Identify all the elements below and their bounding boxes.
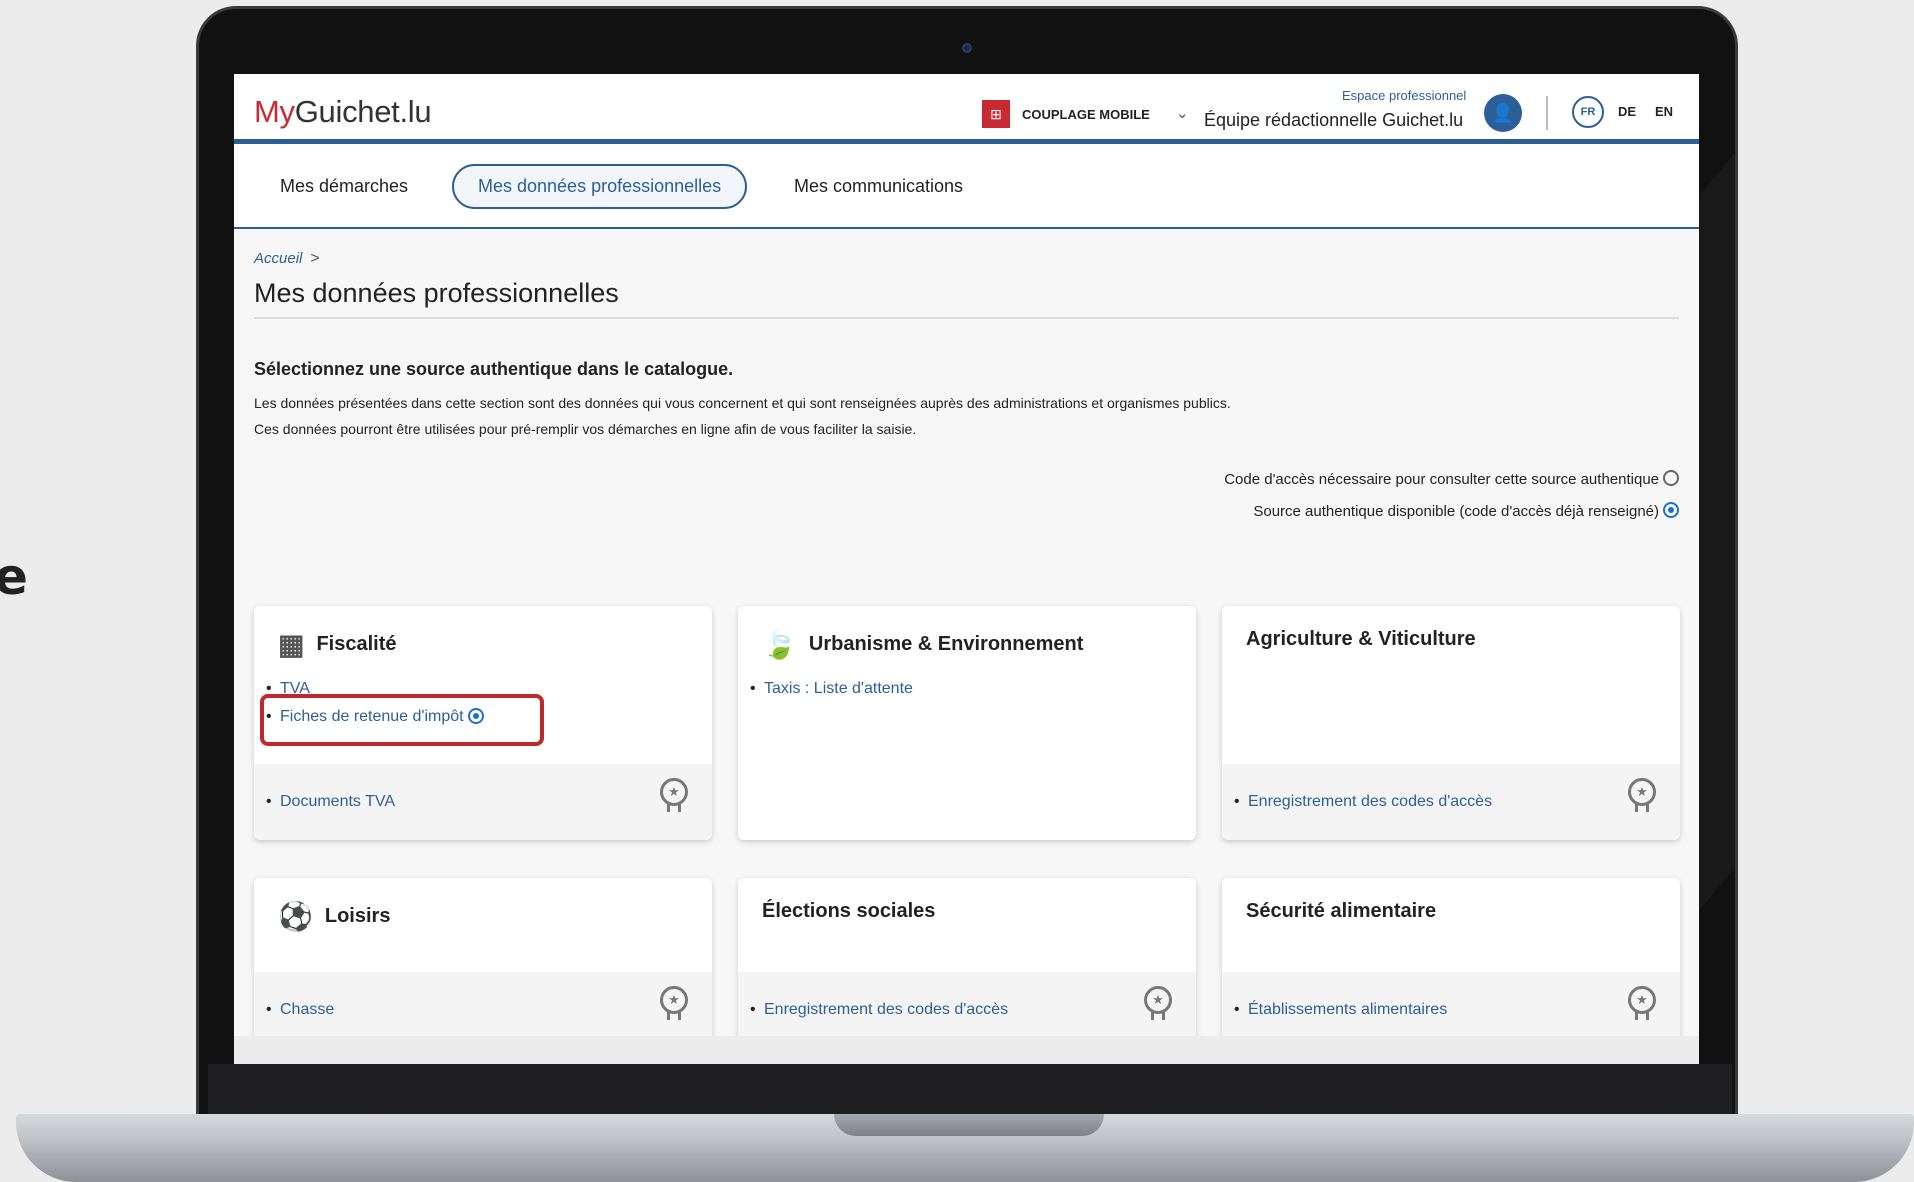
card-footer: Documents TVA ★ [254,764,712,840]
lang-de[interactable]: DE [1618,104,1636,119]
logo-my: My [254,94,295,129]
laptop-notch [834,1114,1104,1136]
footer-strip [234,1036,1699,1064]
legend-item-available: Source authentique disponible (code d'ac… [254,496,1679,528]
card-header: Élections sociales [738,878,1196,923]
leaf-icon: 🍃 [762,629,797,660]
tab-mes-donnees-professionnelles[interactable]: Mes données professionnelles [452,164,748,209]
card-footer-links: Établissements alimentaires [1222,996,1680,1024]
legend-item-access-code: Code d'accès nécessaire pour consulter c… [254,464,1679,496]
webcam-icon [962,43,972,53]
card-header: ▦ Fiscalité [254,606,712,661]
link-etablissements-alimentaires[interactable]: Établissements alimentaires [1222,996,1680,1024]
lang-fr[interactable]: FR [1572,96,1604,128]
card-fiscalite: ▦Fiscalité TVA Fiches de retenue d'impôt… [254,606,712,840]
link-enregistrement-codes[interactable]: Enregistrement des codes d'accès [738,996,1196,1024]
browser-screen: MyGuichet.lu ⊞ COUPLAGE MOBILE Espace pr… [234,74,1699,1064]
card-header: Sécurité alimentaire [1222,878,1680,923]
card-footer-links: Enregistrement des codes d'accès [1222,788,1680,816]
access-code-badge-icon: ★ [1628,986,1658,1022]
access-code-badge-icon: ★ [1628,778,1658,814]
user-name[interactable]: Équipe rédactionnelle Guichet.lu [1204,110,1463,131]
access-code-badge-icon: ★ [660,778,690,814]
space-label: Espace professionnel [1342,88,1467,103]
cropped-edge-glyph: e [0,548,28,606]
legend-label: Source authentique disponible (code d'ac… [1253,503,1659,520]
card-footer-links: Documents TVA [254,788,712,816]
card-elections-sociales: Élections sociales Enregistrement des co… [738,878,1196,1048]
card-title: Agriculture & Viticulture [1246,628,1476,650]
user-avatar-icon[interactable]: 👤 [1484,94,1522,132]
card-title: Sécurité alimentaire [1246,900,1437,922]
site-logo[interactable]: MyGuichet.lu [254,94,432,130]
badge-icon [1663,470,1679,486]
card-footer: Enregistrement des codes d'accès ★ [1222,764,1680,840]
main-nav: Mes démarches Mes données professionnell… [234,144,1699,229]
tab-mes-demarches[interactable]: Mes démarches [256,164,432,209]
card-loisirs: ⚽ Loisirs Chasse ★ [254,878,712,1048]
lang-en[interactable]: EN [1655,104,1673,119]
breadcrumb-home[interactable]: Accueil [254,250,302,267]
breadcrumb-separator: > [310,250,320,267]
card-agriculture: Agriculture & Viticulture Enregistrement… [1222,606,1680,840]
link-enregistrement-codes[interactable]: Enregistrement des codes d'accès [1222,788,1680,816]
card-title: Loisirs [324,905,391,927]
legend: Code d'accès nécessaire pour consulter c… [254,464,1679,528]
card-links: Taxis : Liste d'attente [738,675,1196,703]
card-footer-links: Chasse [254,996,712,1024]
chevron-down-icon[interactable]: ⌄ [1176,104,1189,122]
calculator-icon: ▦ [278,629,305,660]
breadcrumb: Accueil > [254,250,1679,268]
divider [1546,96,1548,130]
logo-guichet: Guichet.lu [294,94,432,129]
intro-text: Les données présentées dans cette sectio… [254,390,1679,442]
access-code-badge-icon: ★ [660,986,690,1022]
card-header: Agriculture & Viticulture [1222,606,1680,651]
access-code-badge-icon: ★ [1144,986,1174,1022]
soccer-ball-icon: ⚽ [278,901,313,932]
link-chasse[interactable]: Chasse [254,996,712,1024]
card-securite-alimentaire: Sécurité alimentaire Établissements alim… [1222,878,1680,1048]
card-header: ⚽ Loisirs [254,878,712,933]
available-icon [1663,502,1679,518]
tab-mes-communications[interactable]: Mes communications [770,164,987,209]
laptop-chin [208,1064,1732,1116]
card-urbanisme: 🍃 Urbanisme & Environnement Taxis : Liste… [738,606,1196,840]
main-content: Accueil > Mes données professionnelles Sé… [254,250,1680,1048]
card-title: Fiscalité [316,633,397,655]
coupling-label: COUPLAGE MOBILE [1022,106,1150,122]
link-documents-tva[interactable]: Documents TVA [254,788,712,816]
card-title: Urbanisme & Environnement [808,633,1084,655]
link-taxis[interactable]: Taxis : Liste d'attente [738,675,1196,703]
card-title: Élections sociales [762,900,936,922]
card-footer-links: Enregistrement des codes d'accès [738,996,1196,1024]
mobile-coupling-button[interactable]: ⊞ COUPLAGE MOBILE [982,100,1150,128]
card-header: 🍃 Urbanisme & Environnement [738,606,1196,661]
legend-label: Code d'accès nécessaire pour consulter c… [1224,471,1659,488]
qr-code-icon: ⊞ [982,100,1010,128]
intro-line: Ces données pourront être utilisées pour… [254,421,917,437]
intro-heading: Sélectionnez une source authentique dans… [254,359,734,379]
intro-line: Les données présentées dans cette sectio… [254,395,1231,411]
page-title: Mes données professionnelles [254,278,1679,319]
top-bar: MyGuichet.lu ⊞ COUPLAGE MOBILE Espace pr… [234,74,1699,144]
highlight-box [260,694,544,746]
